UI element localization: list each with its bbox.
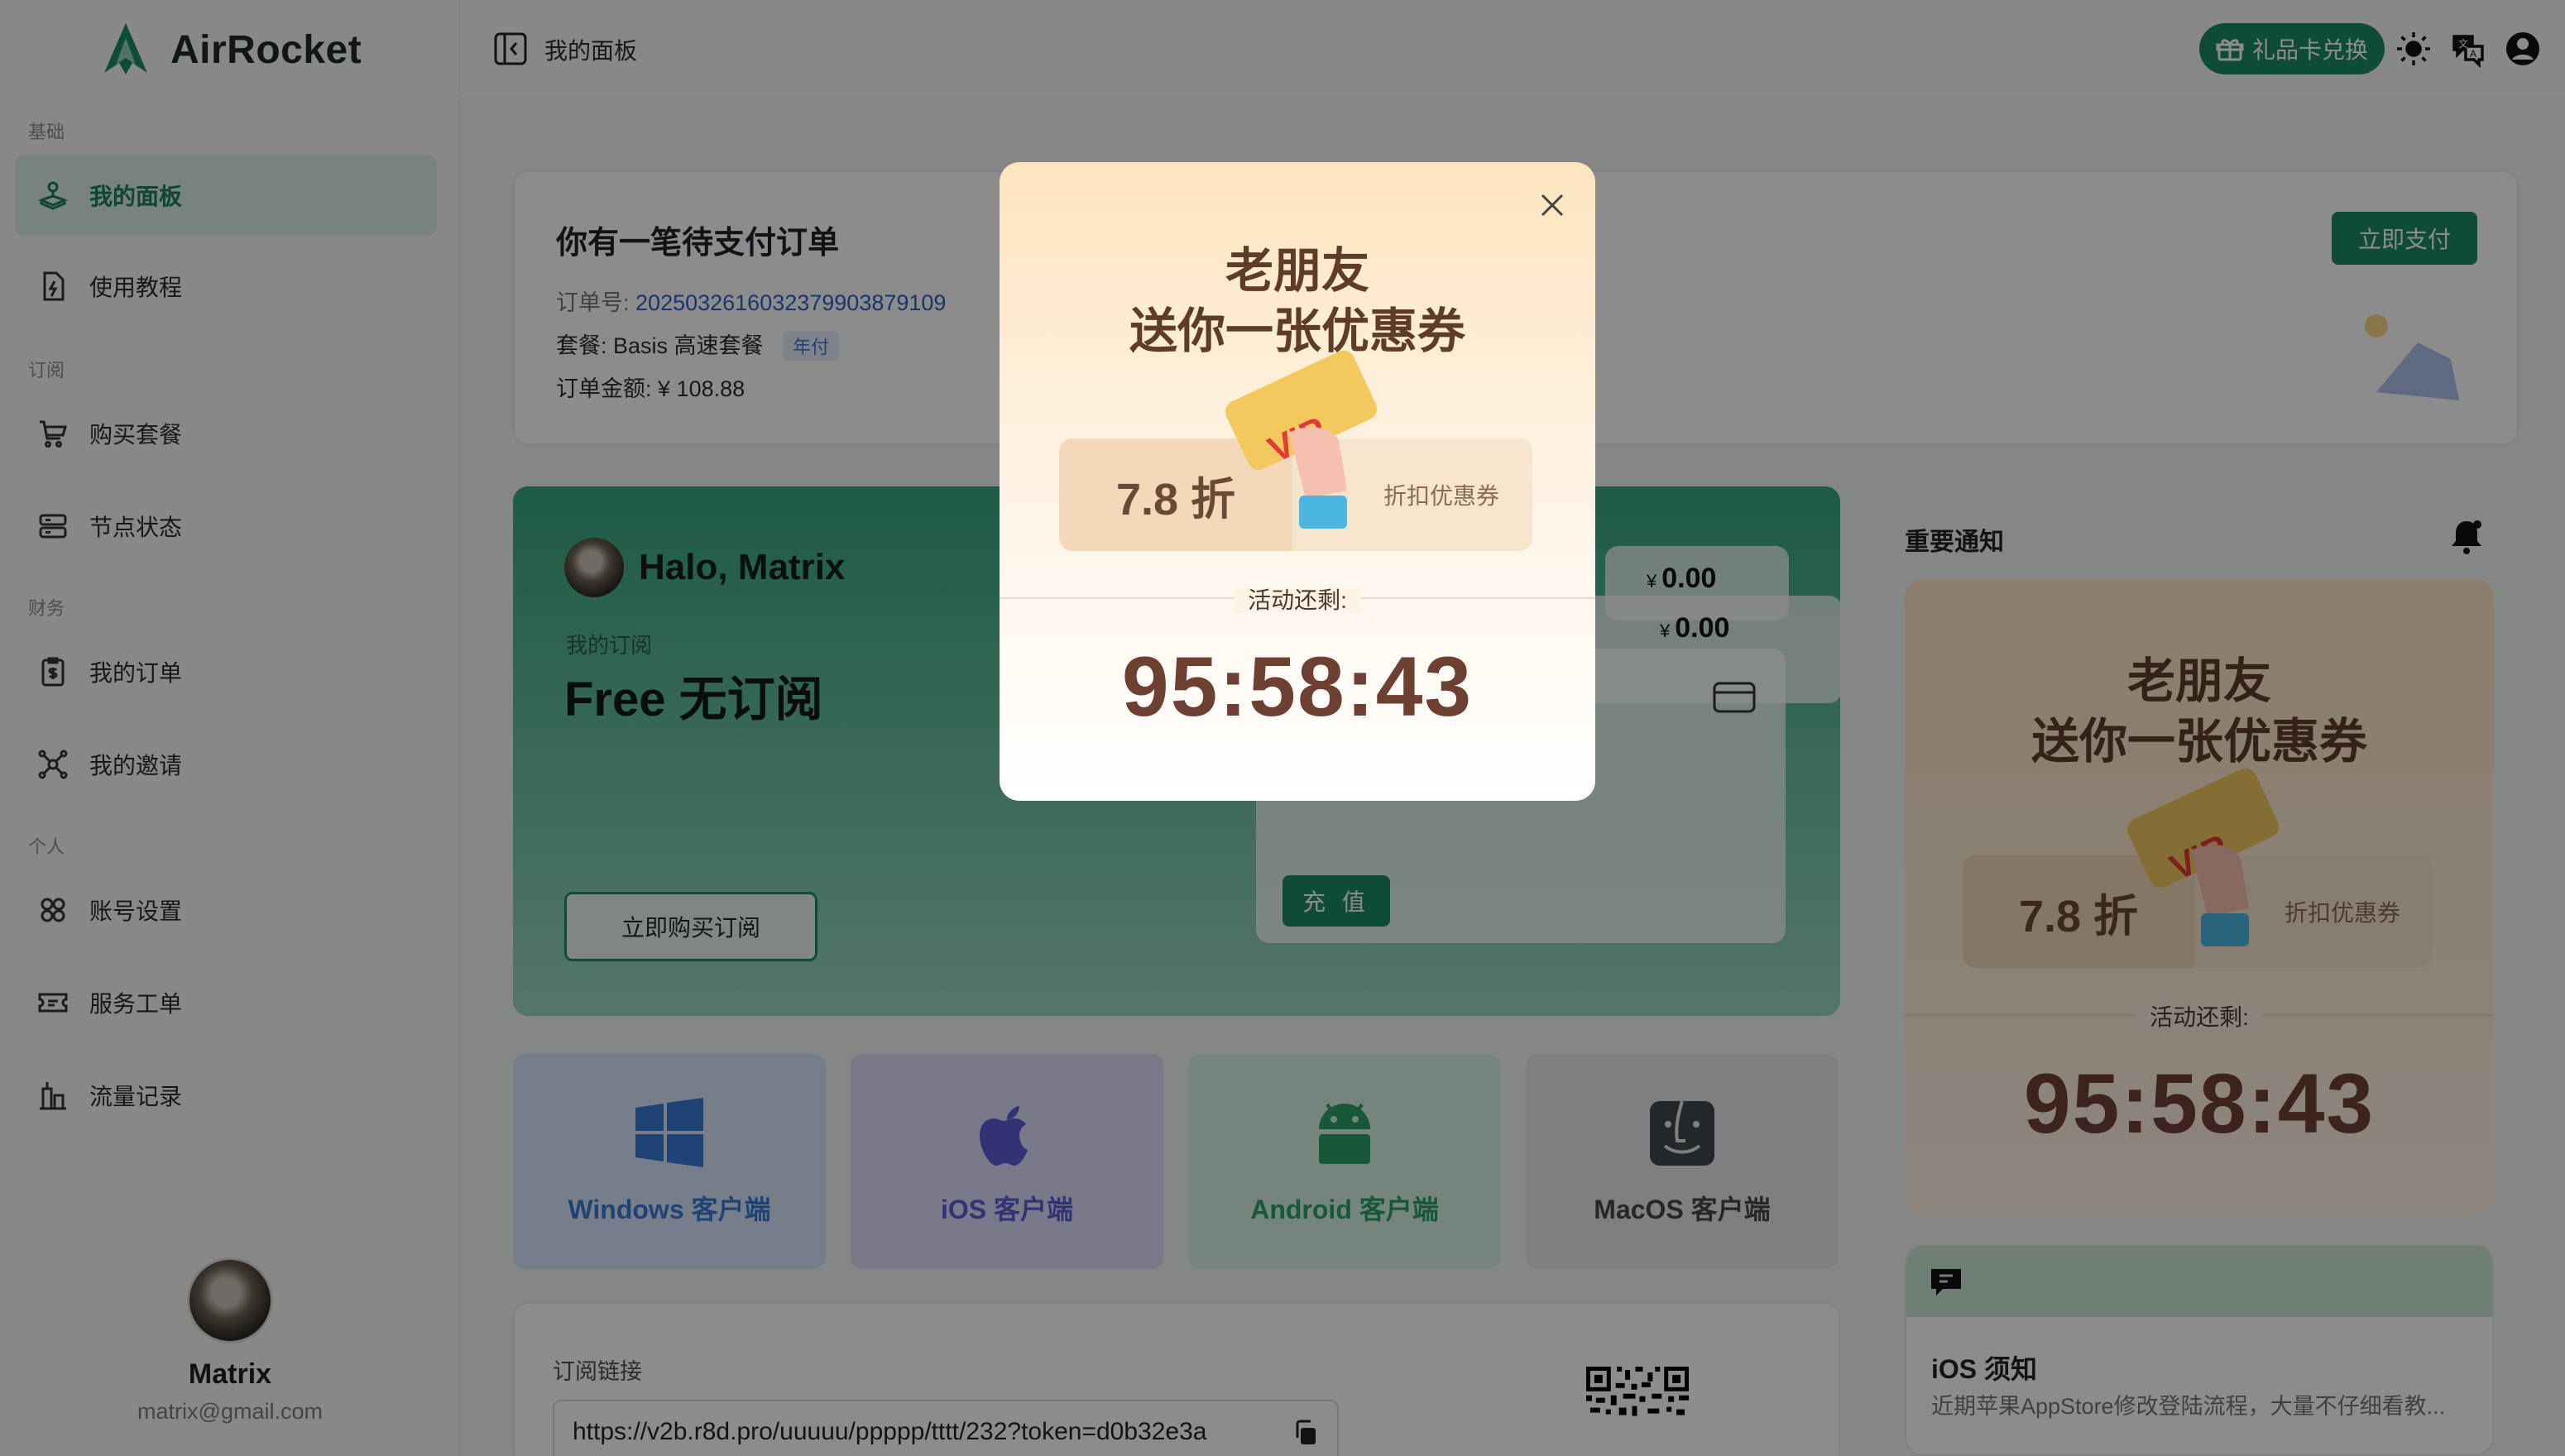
countdown-timer: 95:58:43 bbox=[1121, 639, 1474, 734]
coupon-modal: 老朋友 送你一张优惠券 7.8 折 折扣优惠券 VIP 活动还剩: 95:58:… bbox=[1000, 162, 1595, 801]
remaining-text: 活动还剩: bbox=[1235, 587, 1360, 613]
promo-title-line1: 老朋友 bbox=[1225, 244, 1369, 298]
close-icon[interactable] bbox=[1539, 192, 1565, 218]
vip-ticket-hand-icon: VIP bbox=[1225, 350, 1377, 529]
remaining-label: 活动还剩: bbox=[1000, 582, 1595, 615]
